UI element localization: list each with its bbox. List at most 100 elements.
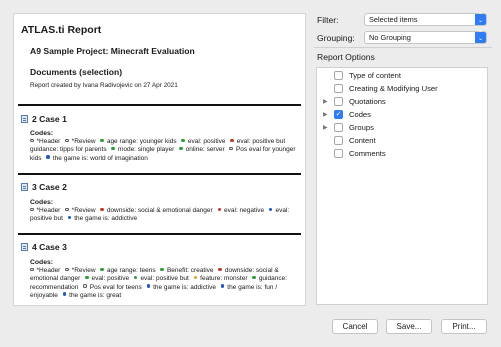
disclosure-triangle-icon[interactable]: ▶ xyxy=(323,98,331,105)
code-color-dot xyxy=(217,207,222,211)
checkbox[interactable] xyxy=(334,149,343,158)
filter-label: Filter: xyxy=(317,15,339,25)
code-item: the game is: great xyxy=(62,291,122,299)
code-color-dot xyxy=(193,275,198,280)
code-item: *Header xyxy=(30,267,60,274)
disclosure-triangle-icon[interactable]: ▶ xyxy=(323,124,331,131)
codes-label: Codes: xyxy=(30,130,54,137)
code-item: age range: younger kids xyxy=(100,138,177,145)
report-options-label: Report Options xyxy=(317,52,375,62)
option-comments[interactable]: Comments xyxy=(317,149,386,158)
code-item: the game is: addictive xyxy=(146,283,216,291)
report-title: ATLAS.ti Report xyxy=(21,24,102,36)
disclosure-triangle-icon[interactable]: ▶ xyxy=(323,111,331,118)
code-label: Pos eval for teens xyxy=(89,283,142,291)
code-item: eval: positive xyxy=(85,275,129,282)
case-title: 3 Case 2 xyxy=(32,182,67,192)
code-label: eval: positive xyxy=(91,275,130,283)
code-item: eval: positive but xyxy=(133,275,189,283)
code-color-dot xyxy=(65,138,69,142)
divider xyxy=(18,104,301,106)
grouping-popup[interactable]: No Grouping ⌃ ⌄ xyxy=(364,31,487,44)
filter-popup[interactable]: Selected items ⌃ ⌄ xyxy=(364,13,487,26)
code-item: mode: single player xyxy=(111,146,174,153)
code-label: the game is: great xyxy=(69,291,122,299)
code-color-dot xyxy=(181,138,185,142)
filter-value: Selected items xyxy=(369,15,418,24)
option-quotations[interactable]: ▶ Quotations xyxy=(317,97,386,106)
code-label: Benefit: creative xyxy=(166,267,214,274)
code-color-dot xyxy=(100,138,104,142)
divider xyxy=(18,233,301,235)
option-label: Content xyxy=(349,136,376,145)
section-title: Documents (selection) xyxy=(30,67,123,77)
code-label: eval: positive but xyxy=(140,275,189,283)
code-label: feature: monster xyxy=(200,275,248,283)
grouping-label: Grouping: xyxy=(317,33,355,43)
option-label: Creating & Modifying User xyxy=(349,84,438,93)
document-icon xyxy=(21,115,28,123)
code-label: the game is: addictive xyxy=(74,215,138,223)
checkbox[interactable] xyxy=(334,136,343,145)
codes-label: Codes: xyxy=(30,199,54,206)
code-item: online: server xyxy=(179,146,225,153)
code-item: *Review xyxy=(65,267,96,274)
option-creating-modifying-user[interactable]: Creating & Modifying User xyxy=(317,84,438,93)
code-label: online: server xyxy=(185,146,225,154)
code-color-dot xyxy=(133,275,138,280)
code-color-dot xyxy=(100,267,104,271)
checkbox[interactable] xyxy=(334,97,343,106)
case-heading: 2 Case 1 xyxy=(21,114,67,124)
chevron-updown-icon: ⌃ ⌄ xyxy=(475,13,486,25)
checkbox[interactable] xyxy=(334,71,343,80)
checkbox-checked[interactable]: ✓ xyxy=(334,110,343,119)
code-label: *Review xyxy=(71,267,96,274)
code-item: eval: positive xyxy=(181,138,225,145)
option-groups[interactable]: ▶ Groups xyxy=(317,123,374,132)
code-item: *Review xyxy=(65,138,96,145)
divider xyxy=(18,173,301,175)
report-options-list[interactable]: Type of content Creating & Modifying Use… xyxy=(316,67,488,305)
checkbox[interactable] xyxy=(334,123,343,132)
code-item: feature: monster xyxy=(193,275,248,283)
code-item: *Header xyxy=(30,138,60,145)
code-label: *Review xyxy=(71,207,96,214)
code-label: eval: positive xyxy=(187,138,226,145)
option-type-of-content[interactable]: Type of content xyxy=(317,71,401,80)
option-label: Groups xyxy=(349,123,374,132)
separator xyxy=(314,47,492,48)
code-color-dot xyxy=(100,207,104,211)
code-color-dot xyxy=(67,215,72,220)
code-label: *Header xyxy=(36,138,61,145)
save-button[interactable]: Save... xyxy=(386,319,432,334)
code-item: Benefit: creative xyxy=(160,267,214,274)
report-preview[interactable]: ATLAS.ti Report A9 Sample Project: Minec… xyxy=(13,13,306,306)
option-label: Codes xyxy=(349,110,371,119)
chevron-updown-icon: ⌃ ⌄ xyxy=(475,31,486,43)
code-label: eval: negative xyxy=(224,207,265,214)
code-color-dot xyxy=(220,284,225,288)
code-item: *Review xyxy=(65,207,96,214)
case-heading: 3 Case 2 xyxy=(21,182,67,192)
code-color-dot xyxy=(30,207,34,211)
code-label: *Header xyxy=(36,207,61,214)
cancel-button[interactable]: Cancel xyxy=(332,319,378,334)
code-label: *Review xyxy=(71,138,96,145)
code-item: the game is: world of imagination xyxy=(46,155,148,162)
checkmark-icon: ✓ xyxy=(335,111,342,118)
document-icon xyxy=(21,183,28,191)
option-label: Type of content xyxy=(349,71,401,80)
code-color-dot xyxy=(252,275,256,280)
codes-list: *Header *Review age range: teens Benefit… xyxy=(30,267,302,300)
code-label: the game is: addictive xyxy=(153,283,216,291)
case-title: 2 Case 1 xyxy=(32,114,67,124)
code-label: age range: teens xyxy=(106,267,156,274)
option-codes[interactable]: ▶ ✓ Codes xyxy=(317,110,371,119)
option-content[interactable]: Content xyxy=(317,136,376,145)
code-color-dot xyxy=(146,284,151,288)
code-color-dot xyxy=(218,267,222,271)
case-heading: 4 Case 3 xyxy=(21,242,67,252)
print-button[interactable]: Print... xyxy=(441,319,487,334)
code-color-dot xyxy=(160,267,164,271)
checkbox[interactable] xyxy=(334,84,343,93)
